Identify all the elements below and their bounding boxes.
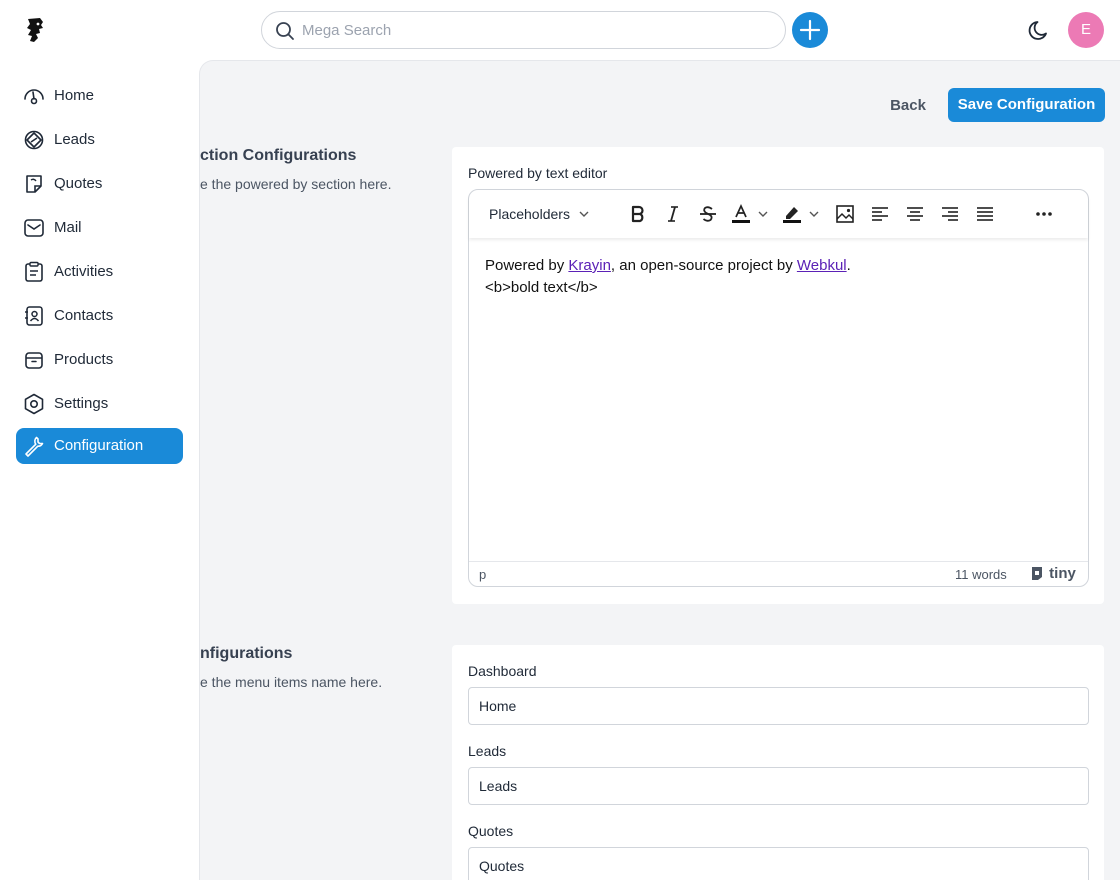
avatar[interactable]: E: [1068, 12, 1104, 48]
field-label: Quotes: [468, 823, 514, 839]
chevron-down-icon[interactable]: [807, 202, 821, 226]
align-left-icon[interactable]: [868, 202, 892, 226]
sidebar-item-label: Home: [54, 87, 95, 104]
section-description: e the menu items name here.: [200, 674, 383, 690]
leads-field[interactable]: Leads: [468, 767, 1089, 805]
align-justify-icon[interactable]: [973, 202, 997, 226]
sidebar-item-label: Leads: [54, 131, 95, 148]
content-line: Powered by Krayin, an open-source projec…: [485, 255, 851, 277]
element-path[interactable]: p: [479, 567, 486, 582]
dark-mode-toggle-icon[interactable]: [1027, 17, 1053, 43]
tiny-brand[interactable]: tiny: [1029, 565, 1076, 582]
sidebar-item-quotes[interactable]: Quotes: [16, 166, 183, 202]
field-label: Dashboard: [468, 663, 537, 679]
placeholders-dropdown[interactable]: Placeholders: [489, 206, 590, 222]
content-text: Powered by: [485, 257, 569, 274]
highlight-color-icon[interactable]: [780, 202, 804, 226]
sidebar-item-activities[interactable]: Activities: [16, 254, 183, 290]
quotes-field[interactable]: Quotes: [468, 847, 1089, 880]
sidebar-item-label: Products: [54, 351, 114, 368]
more-options-icon[interactable]: [1032, 202, 1056, 226]
contacts-icon: [25, 306, 43, 326]
settings-icon: [24, 393, 44, 415]
sidebar-item-label: Quotes: [54, 175, 103, 192]
text-color-icon[interactable]: [729, 202, 753, 226]
wrench-icon: [25, 436, 44, 457]
quotes-icon: [26, 175, 42, 193]
search-icon: [276, 22, 294, 40]
content-text: .: [846, 257, 851, 274]
sidebar-item-settings[interactable]: Settings: [16, 386, 183, 422]
editor-toolbar: Placeholders: [469, 190, 1088, 238]
content-text: , an open-source project by: [610, 257, 797, 274]
krayin-link[interactable]: Krayin: [568, 257, 611, 274]
plus-icon: [799, 19, 821, 41]
rich-text-editor[interactable]: Placeholders Powered by Krayin, an open-…: [468, 189, 1089, 587]
align-right-icon[interactable]: [938, 202, 962, 226]
sidebar: Home Leads Quotes Mail Activities Contac…: [0, 60, 200, 880]
dashboard-field[interactable]: Home: [468, 687, 1089, 725]
menu-card: Dashboard Home Leads Leads Quotes Quotes: [452, 645, 1104, 880]
tiny-brand-label: tiny: [1049, 565, 1076, 582]
top-bar: E: [0, 0, 1120, 60]
sidebar-item-label: Settings: [54, 395, 109, 412]
italic-icon[interactable]: [661, 202, 685, 226]
main-content: Back Save Configuration ction Configurat…: [199, 60, 1120, 880]
strikethrough-icon[interactable]: [696, 202, 720, 226]
field-label: Leads: [468, 743, 507, 759]
sidebar-item-label: Configuration: [54, 437, 144, 454]
webkul-link[interactable]: Webkul: [797, 257, 847, 274]
sidebar-item-contacts[interactable]: Contacts: [16, 298, 183, 334]
sidebar-item-label: Mail: [54, 219, 82, 236]
dashboard-icon: [24, 89, 44, 105]
sidebar-item-mail[interactable]: Mail: [16, 210, 183, 246]
sidebar-item-label: Contacts: [54, 307, 114, 324]
chevron-down-icon: [579, 211, 589, 217]
chevron-down-icon[interactable]: [756, 202, 770, 226]
logo-icon[interactable]: [22, 16, 48, 44]
insert-image-icon[interactable]: [833, 202, 857, 226]
back-button[interactable]: Back: [876, 89, 940, 123]
sidebar-item-products[interactable]: Products: [16, 342, 183, 378]
products-icon: [25, 352, 43, 369]
word-count[interactable]: 11 words: [955, 567, 1007, 582]
section-description: e the powered by section here.: [200, 176, 392, 192]
editor-content[interactable]: Powered by Krayin, an open-source projec…: [485, 255, 851, 299]
search-input[interactable]: [302, 19, 762, 41]
sidebar-item-configuration[interactable]: Configuration: [16, 428, 183, 464]
content-line: <b>bold text</b>: [485, 279, 598, 296]
leads-icon: [24, 130, 44, 150]
section-title: nfigurations: [200, 645, 293, 662]
powered-by-card: Powered by text editor Placeholders Powe…: [452, 147, 1104, 604]
tiny-logo-icon: [1032, 567, 1042, 580]
mail-icon: [24, 219, 44, 237]
sidebar-item-label: Activities: [54, 263, 114, 280]
activities-icon: [25, 261, 43, 282]
section-title: ction Configurations: [200, 147, 357, 164]
placeholders-label: Placeholders: [489, 206, 570, 222]
quick-create-button[interactable]: [792, 12, 828, 48]
sidebar-item-home[interactable]: Home: [16, 78, 183, 114]
sidebar-item-leads[interactable]: Leads: [16, 122, 183, 158]
align-center-icon[interactable]: [903, 202, 927, 226]
mega-search[interactable]: [261, 11, 786, 49]
field-label: Powered by text editor: [468, 165, 608, 181]
bold-icon[interactable]: [626, 202, 650, 226]
save-configuration-button[interactable]: Save Configuration: [948, 88, 1105, 122]
editor-statusbar: p 11 words tiny: [469, 561, 1088, 586]
